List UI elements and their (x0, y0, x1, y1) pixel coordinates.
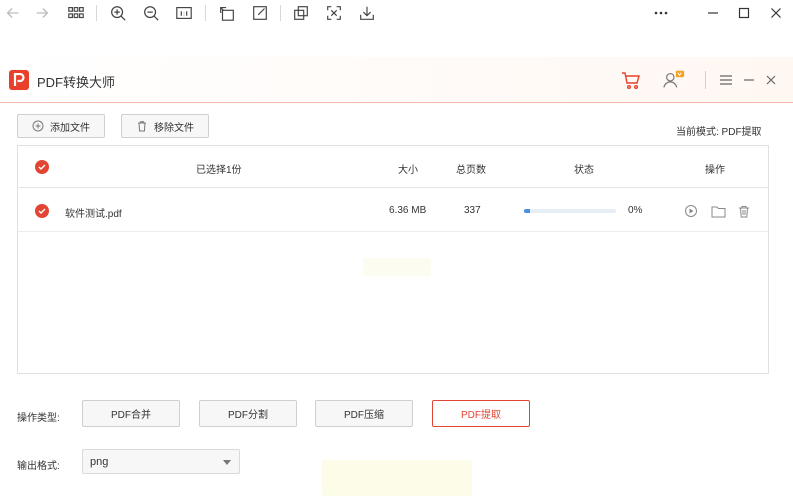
user-vip-icon[interactable] (662, 68, 686, 92)
app-header: PDF转换大师 (0, 57, 793, 103)
current-mode-label: 当前模式: PDF提取 (676, 127, 762, 138)
folder-icon[interactable] (710, 203, 726, 219)
maximize-icon[interactable] (732, 2, 756, 24)
output-format-value: png (90, 455, 109, 468)
fullscreen-icon[interactable] (323, 2, 345, 24)
copy-icon[interactable] (290, 2, 312, 24)
table-header: 已选择1份 大小 总页数 状态 操作 (18, 146, 768, 188)
zoom-out-icon[interactable] (140, 2, 162, 24)
faded-overlay-bottom (322, 460, 472, 496)
progress-text: 0% (628, 205, 643, 216)
header-size: 大小 (398, 165, 418, 176)
delete-icon[interactable] (736, 203, 752, 219)
more-icon[interactable] (649, 2, 673, 24)
output-format-label: 输出格式: (17, 461, 60, 472)
add-file-label: 添加文件 (50, 122, 90, 134)
menu-icon[interactable] (714, 68, 738, 92)
op-merge-button[interactable]: PDF合并 (82, 400, 180, 427)
trash-icon (138, 121, 146, 132)
remove-file-button[interactable]: 移除文件 (121, 114, 209, 138)
back-arrow-icon[interactable] (2, 2, 24, 24)
op-extract-button[interactable]: PDF提取 (432, 400, 530, 427)
op-compress-button[interactable]: PDF压缩 (315, 400, 413, 427)
header-selected: 已选择1份 (196, 165, 242, 176)
dropdown-arrow-icon (223, 460, 231, 465)
header-status: 状态 (574, 165, 594, 176)
faded-overlay (363, 258, 431, 276)
cart-icon[interactable] (619, 68, 643, 92)
app-close-icon[interactable] (759, 68, 783, 92)
select-all-check-icon[interactable] (35, 160, 49, 174)
app-logo-icon (9, 70, 29, 90)
add-file-button[interactable]: 添加文件 (17, 114, 105, 138)
zoom-in-icon[interactable] (107, 2, 129, 24)
file-pages: 337 (464, 205, 481, 216)
op-split-button[interactable]: PDF分割 (199, 400, 297, 427)
viewer-toolbar (0, 0, 793, 26)
header-pages: 总页数 (456, 165, 486, 176)
file-name: 软件测试.pdf (65, 209, 122, 220)
progress-bar (524, 209, 616, 213)
download-icon[interactable] (356, 2, 378, 24)
progress-fill (524, 209, 531, 213)
edit-icon[interactable] (249, 2, 271, 24)
header-operations: 操作 (705, 165, 725, 176)
add-circle-icon (32, 120, 44, 132)
actual-size-icon[interactable] (173, 2, 195, 24)
output-format-select[interactable]: png (82, 449, 240, 474)
file-size: 6.36 MB (389, 205, 427, 216)
row-check-icon[interactable] (35, 204, 49, 218)
close-icon[interactable] (764, 2, 788, 24)
table-row[interactable]: 软件测试.pdf 6.36 MB 337 0% (18, 189, 768, 232)
play-icon[interactable] (683, 203, 699, 219)
forward-arrow-icon[interactable] (31, 2, 53, 24)
remove-file-label: 移除文件 (154, 122, 194, 134)
rotate-icon[interactable] (216, 2, 238, 24)
minimize-icon[interactable] (701, 2, 725, 24)
app-minimize-icon[interactable] (737, 68, 761, 92)
operation-type-label: 操作类型: (17, 413, 60, 424)
app-title: PDF转换大师 (37, 75, 116, 90)
file-table: 已选择1份 大小 总页数 状态 操作 软件测试.pdf 6.36 MB 337 … (17, 145, 769, 374)
grid-icon[interactable] (65, 2, 87, 24)
